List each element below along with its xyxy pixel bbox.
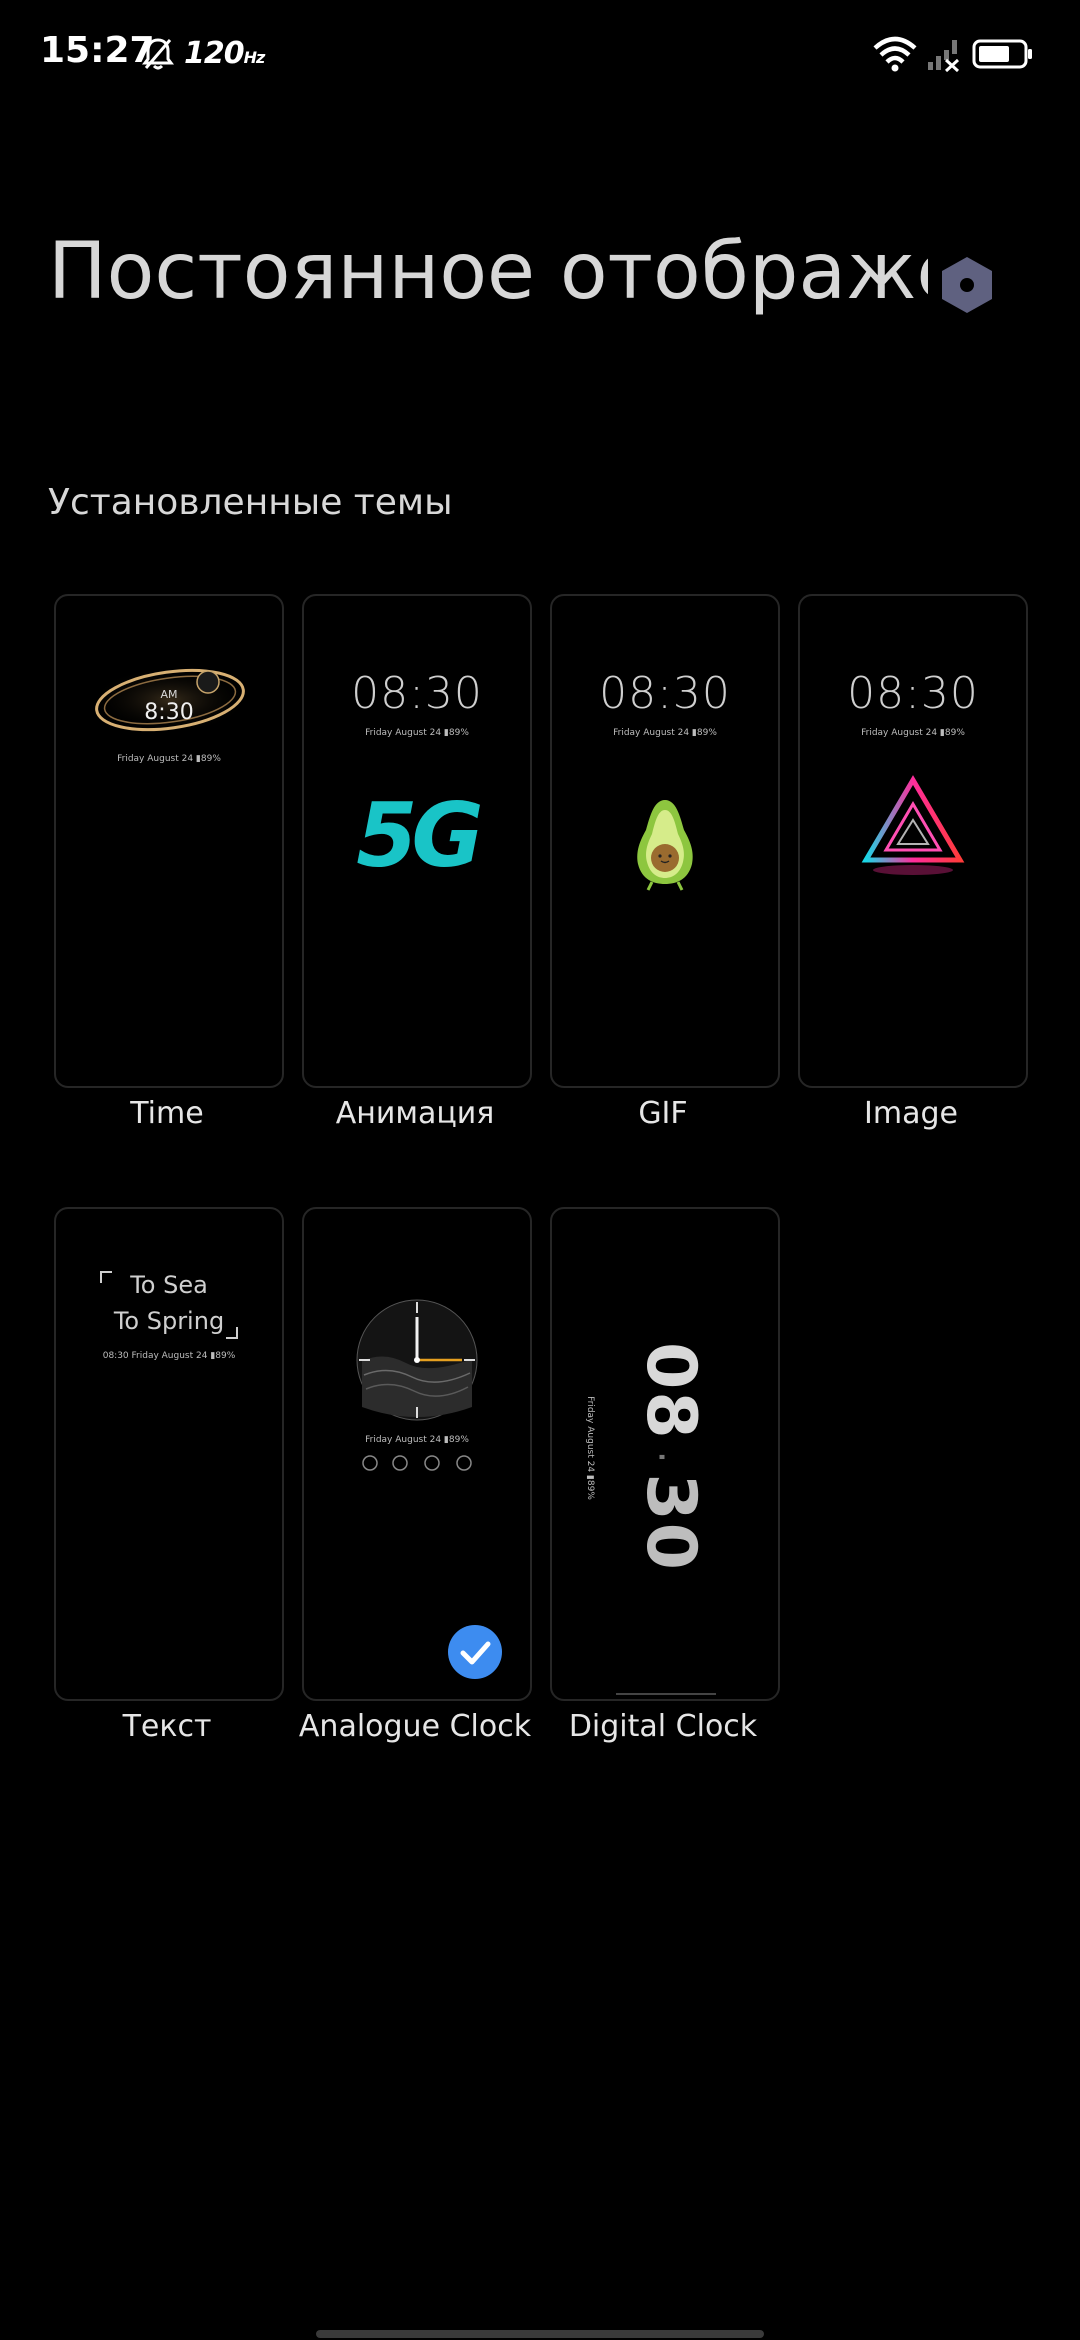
refresh-rate: 120Hz [184,36,266,71]
theme-card-analogue-clock[interactable]: Friday August 24 ▮89% [302,1207,532,1701]
digital-clock-underline [616,1693,716,1695]
gif-preview-date: Friday August 24 ▮89% [613,728,717,738]
animation-preview-date: Friday August 24 ▮89% [365,728,469,738]
analogue-preview-date: Friday August 24 ▮89% [365,1435,469,1445]
digital-clock-hours: 08 [631,1342,710,1441]
bell-muted-icon [142,38,174,70]
text-preview-date: 08:30 Friday August 24 ▮89% [102,1351,236,1361]
time-preview-date: Friday August 24 ▮89% [117,754,221,764]
text-preview-line1: To Sea [130,1271,208,1299]
gif-preview-clock: 08:30 [599,668,731,719]
section-heading-installed-themes: Установленные темы [48,482,453,523]
theme-card-image[interactable]: 08:30 Friday August 24 ▮89% [798,594,1028,1088]
digital-clock-minutes: 30 [631,1473,710,1572]
selected-check-icon [448,1625,502,1679]
image-preview-date: Friday August 24 ▮89% [861,728,965,738]
theme-label-time[interactable]: Time [42,1096,292,1131]
neon-triangle-icon [861,775,965,875]
wifi-icon [873,36,917,72]
theme-label-animation[interactable]: Анимация [290,1096,540,1131]
gear-hexagon-icon[interactable] [938,254,996,316]
cellular-no-signal-icon [928,40,960,72]
status-bar: 15:27 120Hz [0,0,1080,110]
image-preview-clock: 08:30 [847,668,979,719]
battery-icon [972,39,1032,69]
theme-label-digital-clock[interactable]: Digital Clock [538,1709,788,1744]
avocado-icon [637,800,693,891]
theme-label-gif[interactable]: GIF [538,1096,788,1131]
text-corner-close [226,1327,238,1339]
theme-label-image[interactable]: Image [786,1096,1036,1131]
time-preview-clock: 8:30 [144,700,194,725]
page-title-wrap: Постоянное отображение [48,218,928,378]
theme-card-text[interactable]: To Sea To Spring 08:30 Friday August 24 … [54,1207,284,1701]
theme-card-digital-clock[interactable]: 08 · 30 Friday August 24 ▮89% [550,1207,780,1701]
status-time: 15:27 [40,30,155,71]
theme-label-analogue-clock[interactable]: Analogue Clock [290,1709,540,1744]
theme-label-text[interactable]: Текст [42,1709,292,1744]
refresh-rate-value: 120 [184,36,245,71]
digital-clock-separator: · [638,1450,684,1464]
theme-card-time[interactable]: AM 8:30 Friday August 24 ▮89% [54,594,284,1088]
digital-clock-digits: 08 · 30 [631,1337,710,1577]
digital-preview-date: Friday August 24 ▮89% [585,1396,595,1500]
theme-card-animation[interactable]: 08:30 Friday August 24 ▮89% 5G [302,594,532,1088]
analogue-clock-icon [356,1299,478,1421]
theme-card-gif[interactable]: 08:30 Friday August 24 ▮89% [550,594,780,1088]
animation-preview-clock: 08:30 [351,668,483,719]
text-preview-line2: To Spring [113,1307,225,1335]
digital-clock-rotated: 08 · 30 [631,1337,710,1577]
animation-5g-graphic: 5G [356,784,483,887]
notification-icons-row [362,1455,472,1471]
home-indicator[interactable] [316,2330,764,2338]
page-title: Постоянное отображение [48,227,928,317]
refresh-rate-unit: Hz [243,48,266,67]
